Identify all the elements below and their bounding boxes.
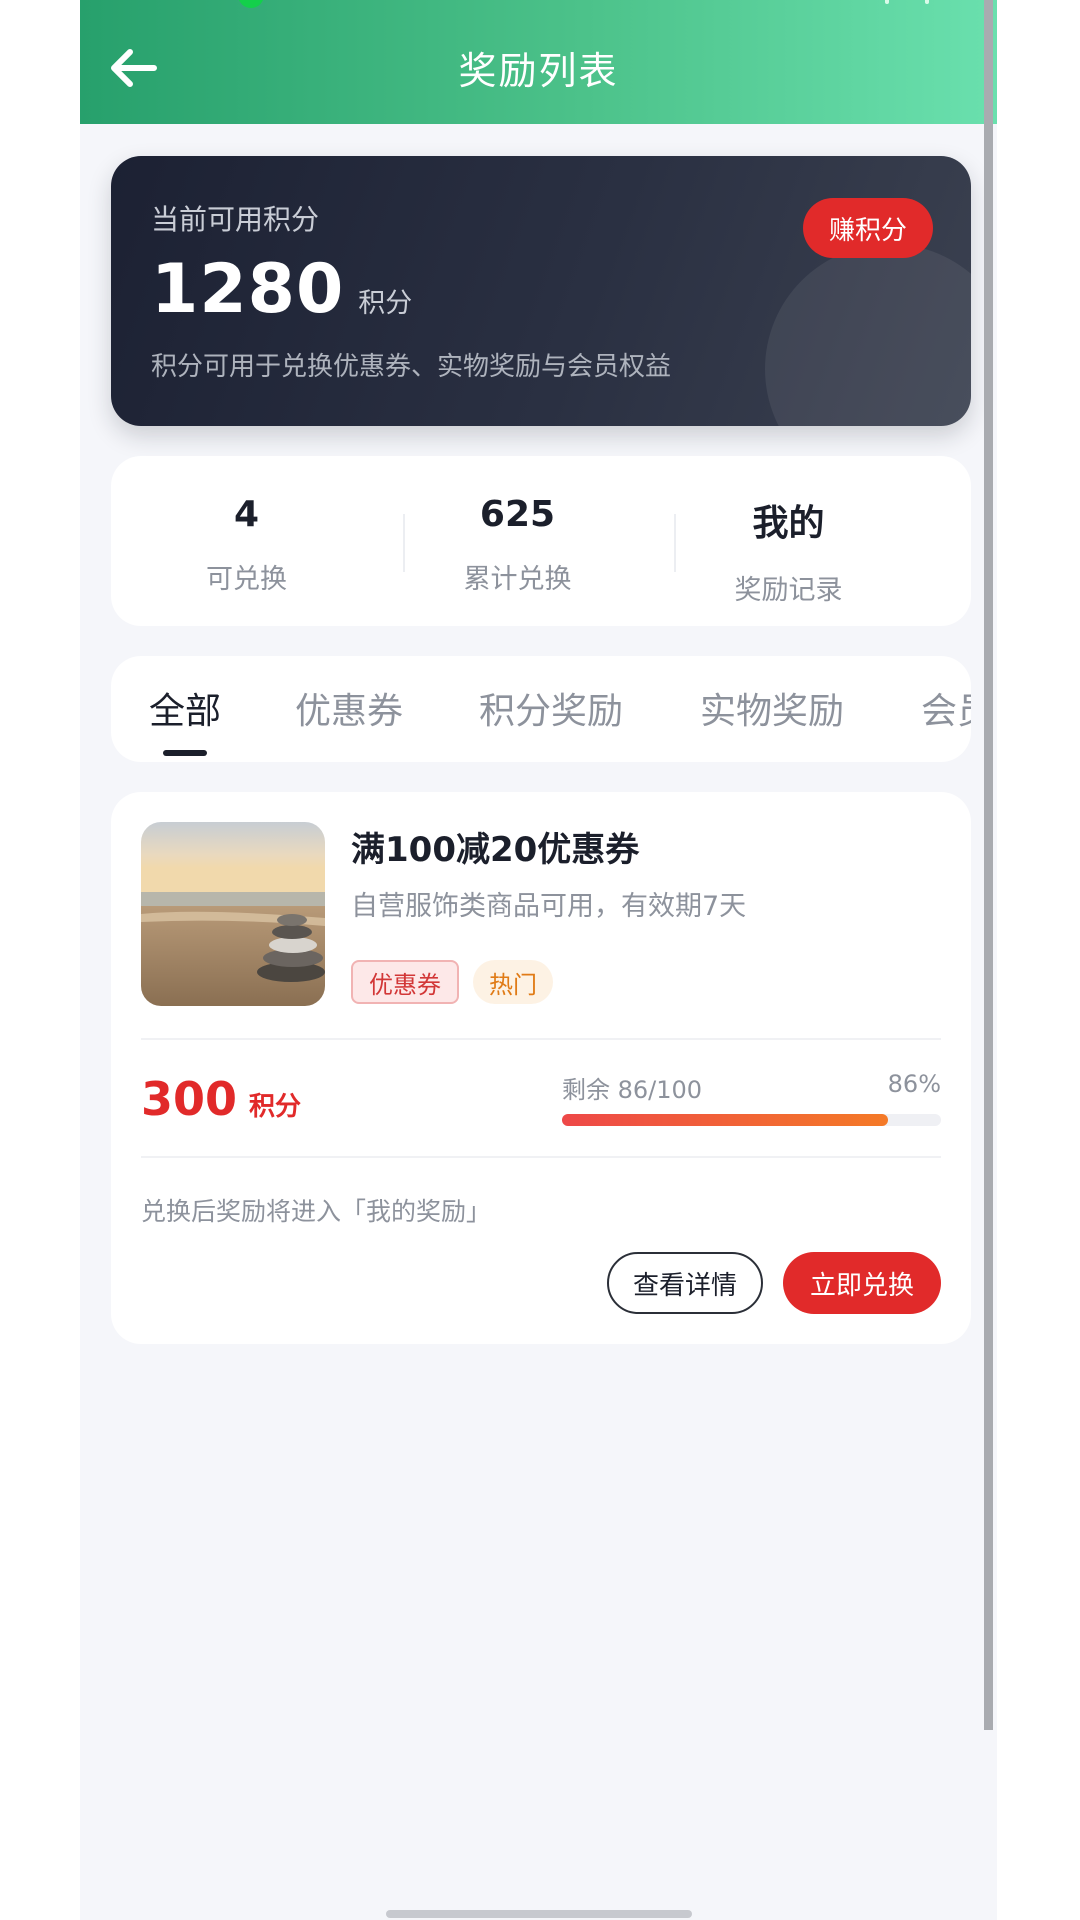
decorative-circle: [765, 244, 971, 426]
stock-remaining: 剩余 86/100: [562, 1076, 703, 1104]
reward-description: 自营服饰类商品可用，有效期7天: [351, 891, 747, 922]
stock-progress-fill: [562, 1114, 888, 1126]
points-unit: 积分: [358, 288, 413, 319]
category-tabs: 全部 优惠券 积分奖励 实物奖励 会员: [111, 656, 971, 762]
stat-divider: [674, 514, 676, 572]
page-title: 奖励列表: [458, 49, 619, 93]
price-value: 300: [141, 1072, 238, 1126]
points-card: 当前可用积分 1280 积分 积分可用于兑换优惠券、实物奖励与会员权益 赚积分: [111, 156, 971, 426]
status-icons: [867, 0, 937, 6]
reward-title: 满100减20优惠券: [351, 830, 640, 870]
stacked-stones-image: [141, 822, 325, 1006]
tag-coupon-badge: 优惠券: [351, 960, 459, 1004]
tab-all[interactable]: 全部: [149, 682, 221, 734]
divider: [141, 1038, 941, 1040]
points-row: 1280 积分: [151, 250, 412, 329]
points-description: 积分可用于兑换优惠券、实物奖励与会员权益: [151, 352, 672, 382]
app-screen: 奖励列表 当前可用积分 1280 积分 积分可用于兑换优惠券、实物奖励与会员权益…: [80, 0, 997, 1920]
stat-value: 4: [233, 494, 260, 535]
home-indicator[interactable]: [386, 1910, 692, 1918]
stock-progress-bar: [562, 1114, 941, 1126]
stat-label: 可兑换: [206, 564, 287, 595]
points-label: 当前可用积分: [151, 203, 320, 236]
active-tab-indicator: [163, 750, 207, 756]
stats-card: 4 可兑换 625 累计兑换 我的 奖励记录: [111, 456, 971, 626]
redeem-now-button[interactable]: 立即兑换: [783, 1252, 941, 1314]
divider: [141, 1156, 941, 1158]
stat-my-rewards[interactable]: 我的 奖励记录: [653, 456, 924, 626]
app-bar: 奖励列表: [80, 0, 997, 124]
tab-coupons[interactable]: 优惠券: [295, 682, 403, 734]
redeem-note: 兑换后奖励将进入「我的奖励」: [141, 1197, 492, 1226]
earn-points-button[interactable]: 赚积分: [803, 198, 933, 258]
price-unit: 积分: [249, 1092, 302, 1122]
stat-redeemable[interactable]: 4 可兑换: [111, 456, 382, 626]
stat-value: 我的: [752, 503, 825, 544]
scrollbar[interactable]: [984, 0, 993, 1730]
status-indicator-icon: [238, 0, 264, 8]
price-row: 300 积分: [141, 1072, 301, 1126]
reward-card: 满100减20优惠券 自营服饰类商品可用，有效期7天 优惠券 热门 300 积分…: [111, 792, 971, 1344]
tag-hot-badge: 热门: [473, 960, 553, 1004]
tab-points-rewards[interactable]: 积分奖励: [479, 682, 623, 734]
tab-physical-rewards[interactable]: 实物奖励: [700, 682, 844, 734]
view-details-button[interactable]: 查看详情: [607, 1252, 763, 1314]
stock-percent: 86%: [887, 1070, 941, 1098]
stat-label: 累计兑换: [463, 564, 572, 595]
stat-value: 625: [479, 494, 556, 535]
reward-thumbnail: [141, 822, 325, 1006]
tab-membership[interactable]: 会员: [921, 682, 971, 734]
stat-label: 奖励记录: [734, 575, 843, 606]
stat-divider: [403, 514, 405, 572]
points-value: 1280: [151, 250, 345, 329]
stat-total-redeemed[interactable]: 625 累计兑换: [382, 456, 653, 626]
